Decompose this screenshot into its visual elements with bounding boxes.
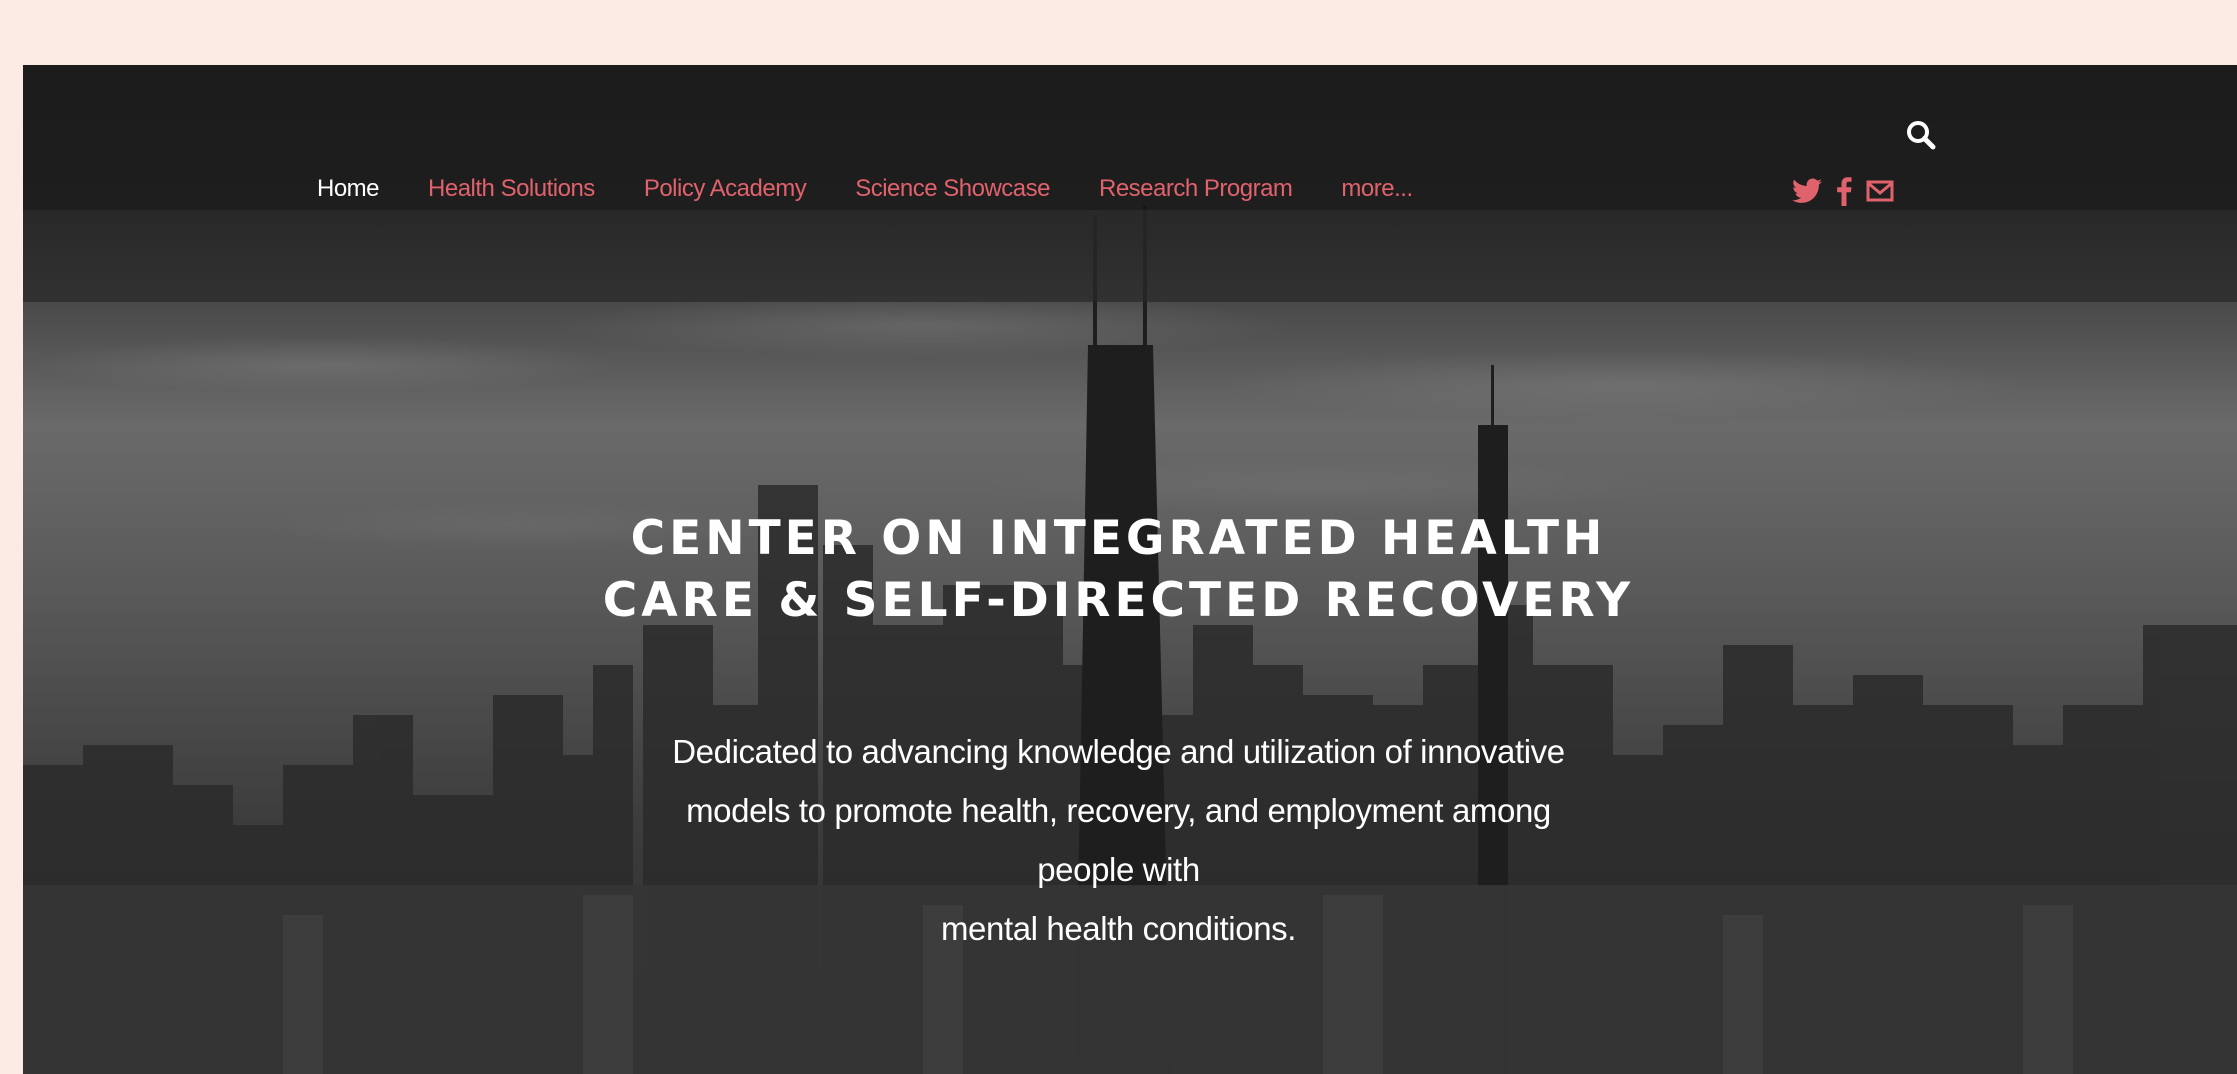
hero-subtitle-line: people with xyxy=(1037,851,1200,888)
hero-title-line: CENTER ON INTEGRATED HEALTH xyxy=(630,511,1607,566)
hero-subtitle-line: Dedicated to advancing knowledge and uti… xyxy=(672,733,1565,770)
hero-subtitle: Dedicated to advancing knowledge and uti… xyxy=(0,722,2237,958)
hero-title-line: CARE & SELF-DIRECTED RECOVERY xyxy=(602,573,1635,628)
nav-item-home[interactable]: Home xyxy=(317,175,380,203)
nav-item-more[interactable]: more... xyxy=(1341,175,1413,203)
facebook-icon[interactable] xyxy=(1836,176,1852,211)
twitter-icon[interactable] xyxy=(1792,178,1822,209)
search-icon[interactable] xyxy=(1903,117,1939,153)
nav-item-policy-academy[interactable]: Policy Academy xyxy=(644,175,807,203)
hero-title: CENTER ON INTEGRATED HEALTH CARE & SELF-… xyxy=(0,508,2237,632)
main-navigation: Home Health Solutions Policy Academy Sci… xyxy=(317,175,1462,203)
nav-item-science-showcase[interactable]: Science Showcase xyxy=(855,175,1050,203)
mail-icon[interactable] xyxy=(1866,180,1894,207)
nav-item-research-program[interactable]: Research Program xyxy=(1099,175,1293,203)
hero-subtitle-line: mental health conditions. xyxy=(940,910,1297,947)
hero-subtitle-line: models to promote health, recovery, and … xyxy=(686,792,1551,829)
nav-bar xyxy=(23,210,2237,302)
nav-item-health-solutions[interactable]: Health Solutions xyxy=(428,175,595,203)
social-links xyxy=(1792,176,1894,211)
